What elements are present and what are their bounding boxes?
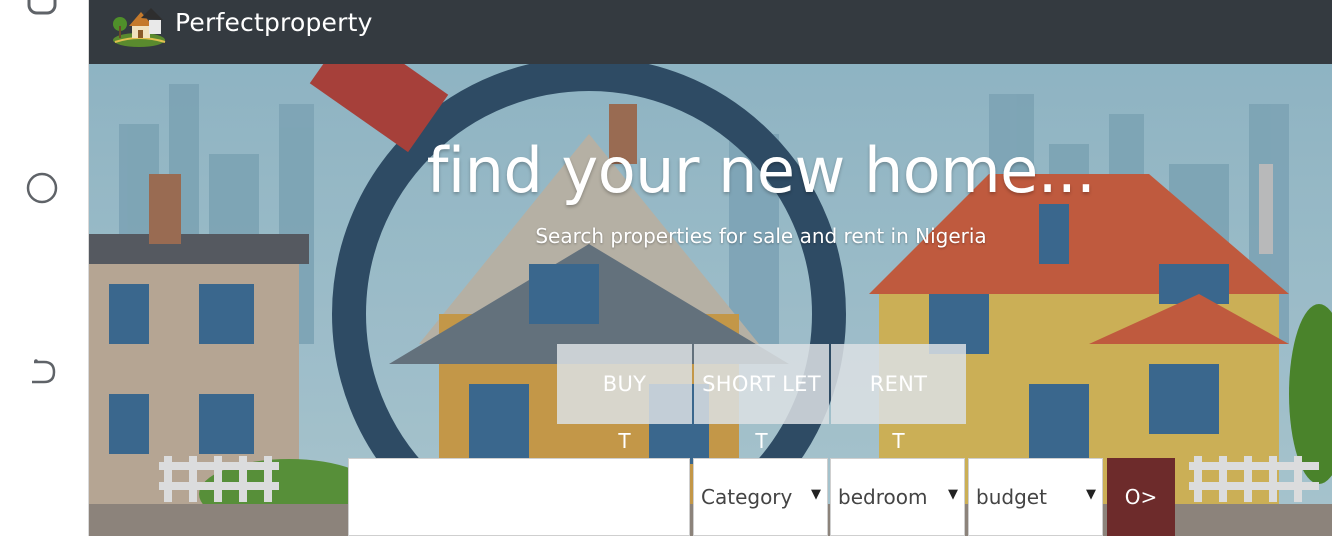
chevron-down-icon: ▼ bbox=[948, 487, 958, 502]
chevron-down-icon: ▼ bbox=[1086, 487, 1096, 502]
circle-icon[interactable] bbox=[24, 170, 60, 206]
chevron-down-icon: ▼ bbox=[811, 487, 821, 502]
budget-select-value: budget bbox=[976, 485, 1047, 509]
search-submit-button[interactable]: O> bbox=[1107, 458, 1175, 536]
tab-short-let-marker: T bbox=[755, 429, 768, 453]
navigation-rail bbox=[0, 0, 89, 536]
hero-headline: find your new home... bbox=[426, 134, 1096, 207]
category-select-value: Category bbox=[701, 485, 793, 509]
tab-rent-marker: T bbox=[892, 429, 905, 453]
search-input[interactable] bbox=[348, 458, 690, 536]
hero-section: find your new home... Search properties … bbox=[89, 64, 1332, 536]
category-select[interactable]: Category ▼ bbox=[693, 458, 828, 536]
tab-rent[interactable]: RENT bbox=[831, 344, 966, 424]
bedroom-select[interactable]: bedroom ▼ bbox=[830, 458, 965, 536]
hero-subline: Search properties for sale and rent in N… bbox=[535, 224, 987, 248]
tab-buy[interactable]: BUY bbox=[557, 344, 692, 424]
bedroom-select-value: bedroom bbox=[838, 485, 928, 509]
brand-name[interactable]: Perfectproperty bbox=[175, 8, 373, 37]
budget-select[interactable]: budget ▼ bbox=[968, 458, 1103, 536]
back-icon[interactable] bbox=[24, 356, 60, 392]
tab-buy-marker: T bbox=[618, 429, 631, 453]
house-logo-icon[interactable] bbox=[111, 6, 167, 48]
square-icon[interactable] bbox=[24, 0, 60, 18]
tab-short-let[interactable]: SHORT LET bbox=[694, 344, 829, 424]
top-navbar: Perfectproperty bbox=[89, 0, 1332, 64]
